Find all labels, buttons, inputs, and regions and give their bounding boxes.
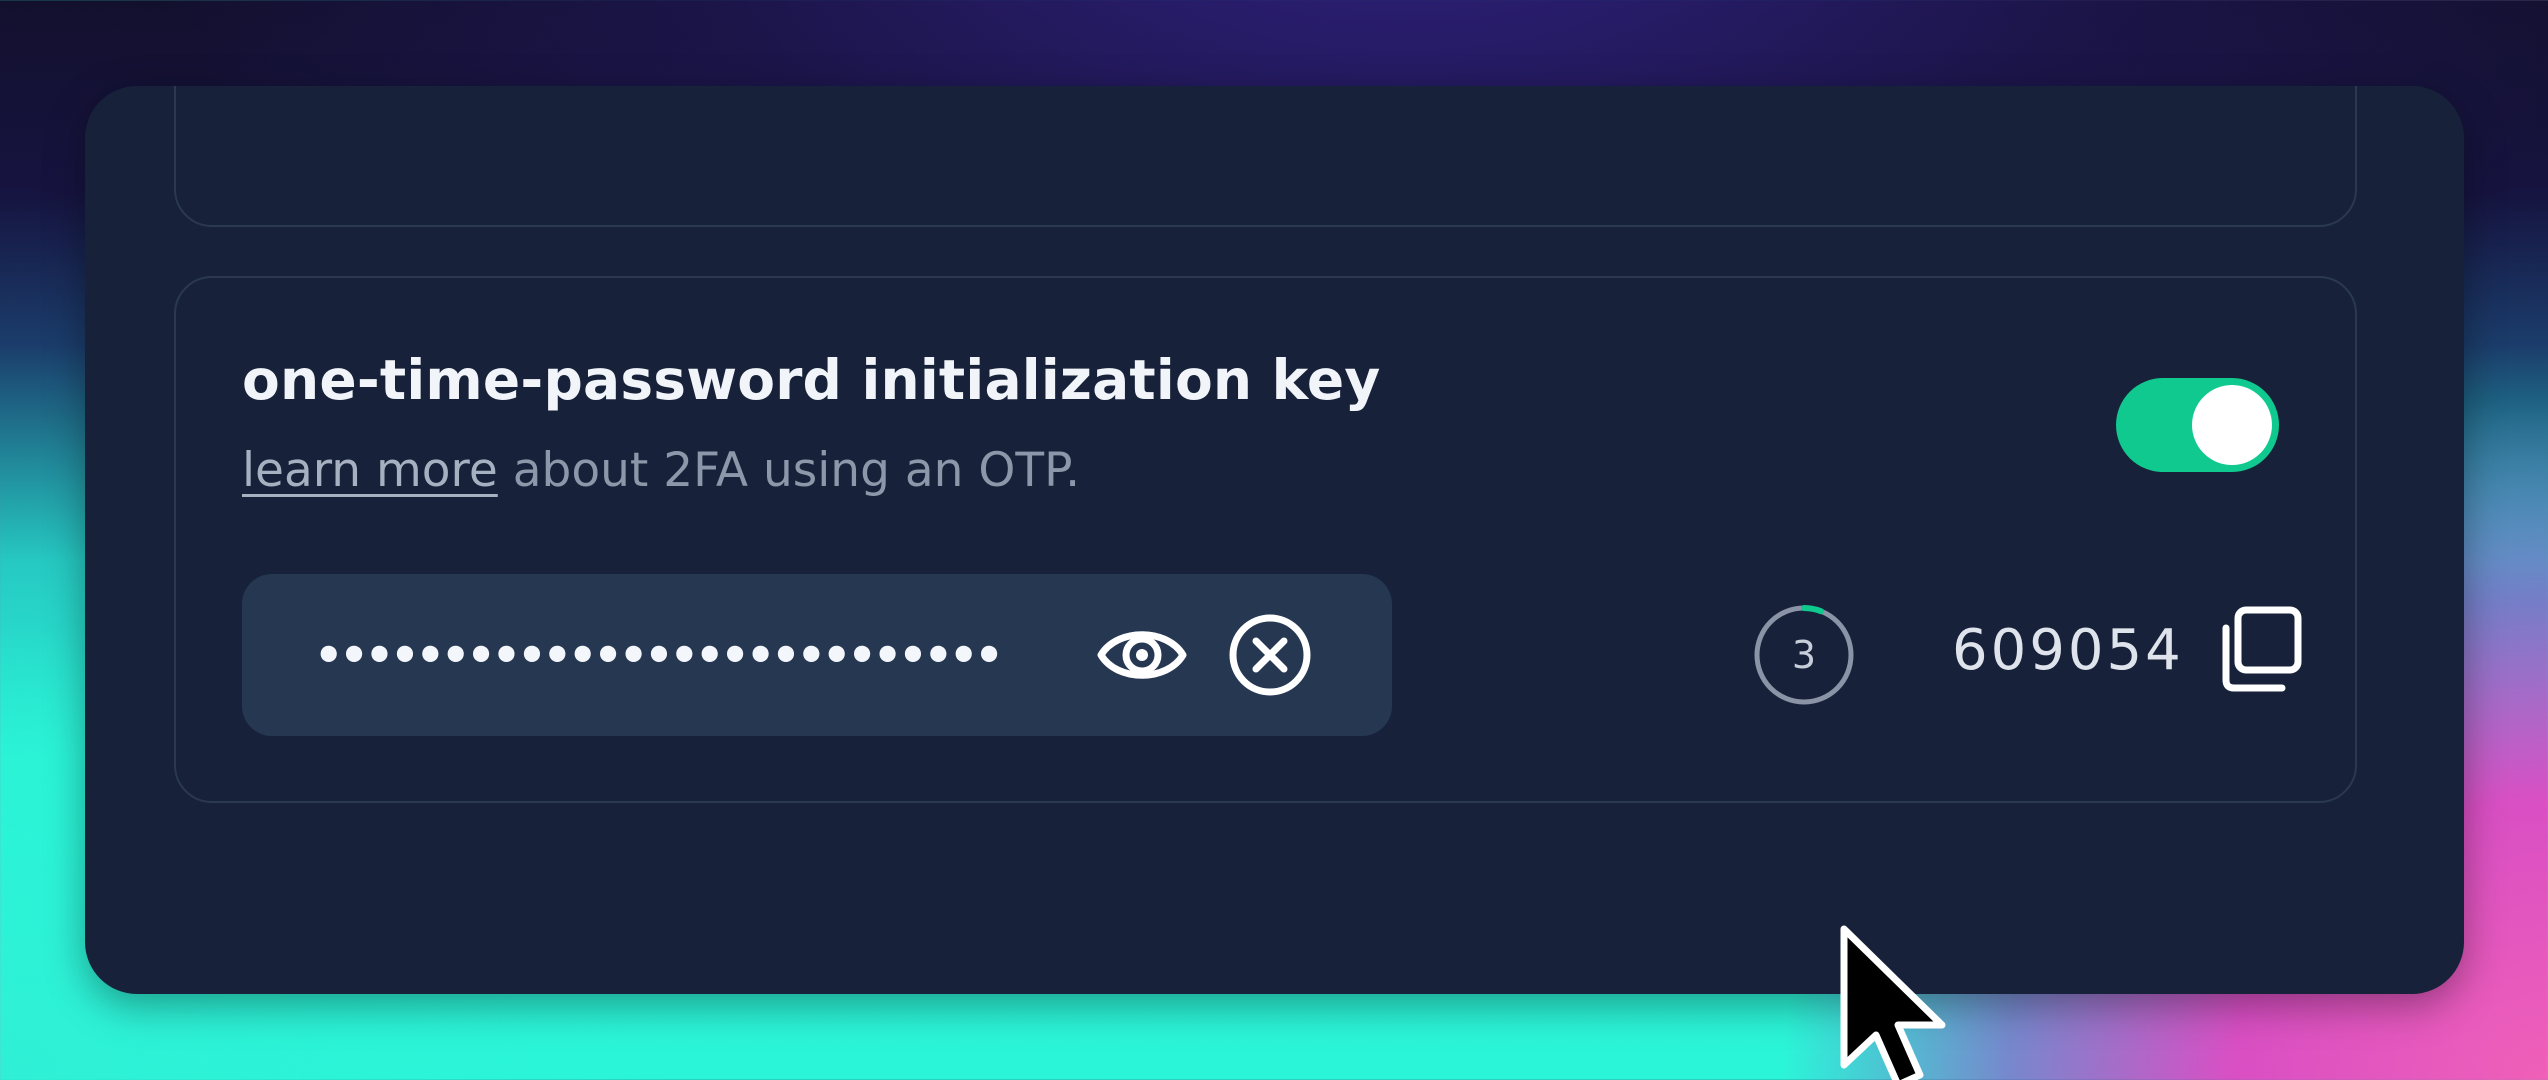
copy-icon[interactable] bbox=[2216, 604, 2306, 694]
eye-icon[interactable] bbox=[1097, 620, 1187, 690]
learn-more-link[interactable]: learn more bbox=[242, 443, 498, 498]
settings-panel: one-time-password initialization key lea… bbox=[85, 86, 2464, 994]
otp-secret-field[interactable]: ••••••••••••••••••••••••••• bbox=[242, 574, 1392, 736]
otp-countdown-timer: 3 bbox=[1751, 602, 1857, 708]
x-circle-icon[interactable] bbox=[1227, 612, 1313, 698]
otp-settings-card: one-time-password initialization key lea… bbox=[174, 276, 2357, 803]
timer-seconds: 3 bbox=[1791, 633, 1817, 677]
otp-enable-toggle[interactable] bbox=[2116, 378, 2279, 472]
mouse-pointer-icon bbox=[1840, 925, 1950, 1080]
otp-secret-masked-value: ••••••••••••••••••••••••••• bbox=[314, 628, 1004, 682]
otp-card-title: one-time-password initialization key bbox=[242, 348, 1381, 412]
previous-settings-card bbox=[174, 86, 2357, 227]
subtitle-text: about 2FA using an OTP. bbox=[497, 443, 1081, 498]
otp-code: 609054 bbox=[1952, 618, 2184, 683]
otp-card-subtitle: learn more about 2FA using an OTP. bbox=[242, 443, 1080, 498]
toggle-knob bbox=[2192, 385, 2272, 465]
